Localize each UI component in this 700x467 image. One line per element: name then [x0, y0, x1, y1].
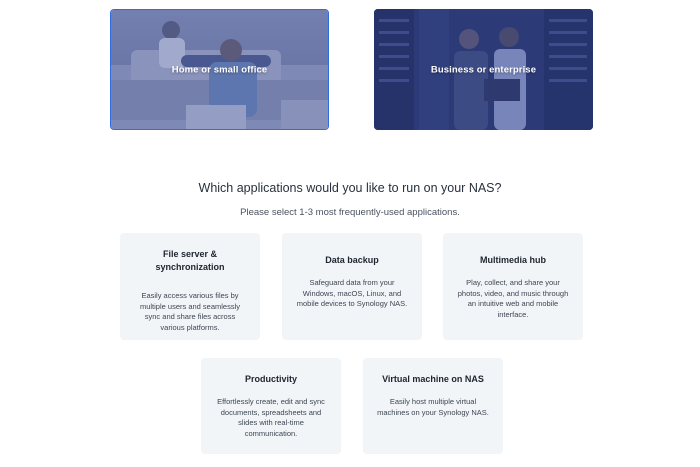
app-card-title: File server & synchronization [155, 249, 225, 272]
app-card-description: Easily host multiple virtual machines on… [377, 397, 489, 417]
app-card-description: Safeguard data from your Windows, macOS,… [296, 278, 408, 308]
app-card-multimedia-hub[interactable]: Multimedia hub Play, collect, and share … [443, 233, 583, 340]
app-card-description: Easily access various files by multiple … [139, 291, 241, 332]
environment-label: Business or enterprise [430, 64, 537, 75]
app-card-file-server[interactable]: File server & synchronization Easily acc… [120, 233, 260, 340]
app-card-title: Virtual machine on NAS [382, 374, 484, 384]
page-subtext: Please select 1-3 most frequently-used a… [240, 207, 460, 218]
page-question: Which applications would you like to run… [198, 181, 502, 195]
app-card-virtual-machine[interactable]: Virtual machine on NAS Easily host multi… [363, 358, 503, 454]
environment-card-business[interactable]: Business or enterprise [374, 9, 593, 130]
app-card-title: Multimedia hub [480, 255, 546, 265]
app-card-title: Productivity [244, 374, 297, 384]
app-card-data-backup[interactable]: Data backup Safeguard data from your Win… [282, 233, 422, 340]
app-card-productivity[interactable]: Productivity Effortlessly create, edit a… [201, 358, 341, 454]
environment-label: Home or small office [171, 64, 268, 75]
app-card-title: Data backup [325, 255, 379, 265]
environment-card-home[interactable]: Home or small office [110, 9, 329, 130]
app-card-description: Play, collect, and share your photos, vi… [457, 278, 569, 319]
app-card-description: Effortlessly create, edit and sync docum… [217, 397, 325, 438]
